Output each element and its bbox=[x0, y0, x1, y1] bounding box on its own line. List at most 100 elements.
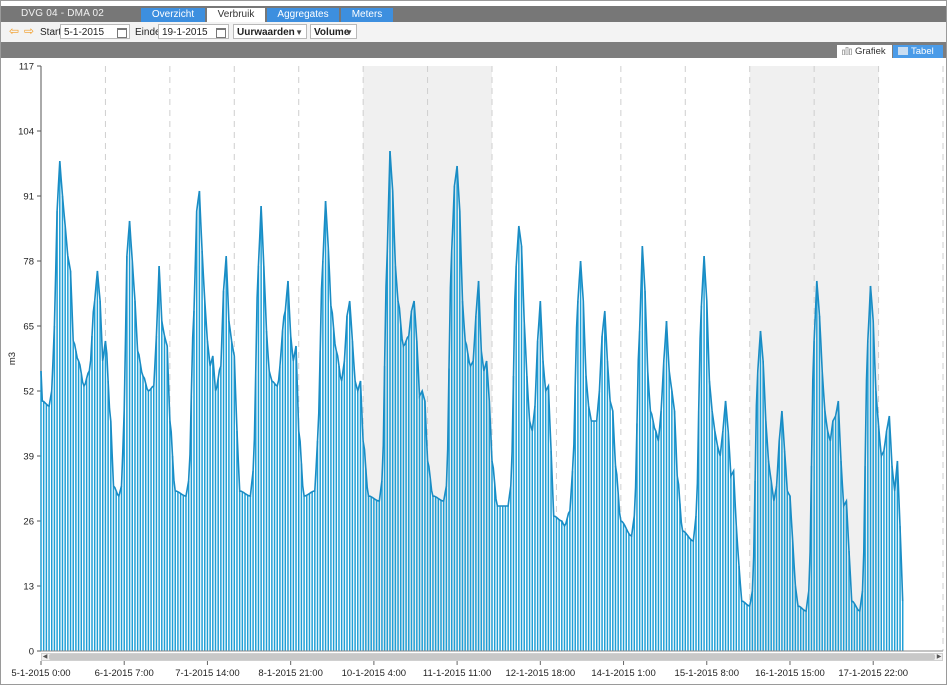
chart-bar bbox=[348, 301, 351, 651]
chart-bar bbox=[770, 481, 772, 651]
end-date-field[interactable]: 19-1-2015 bbox=[158, 24, 229, 39]
chart-bar bbox=[378, 501, 380, 651]
chart-bar bbox=[762, 361, 764, 651]
chart-bar bbox=[818, 316, 821, 651]
chart-bar bbox=[657, 441, 660, 651]
chart-bar bbox=[399, 323, 402, 651]
chart-bar bbox=[131, 261, 134, 651]
chart-bar bbox=[692, 541, 695, 651]
view-table-button[interactable]: Tabel bbox=[893, 45, 943, 58]
chart-bar bbox=[166, 346, 168, 651]
chart-bar bbox=[679, 503, 681, 651]
chart-bar bbox=[501, 506, 504, 651]
tab-overzicht[interactable]: Overzicht bbox=[141, 8, 205, 22]
chart-bar bbox=[585, 376, 587, 651]
chart-bar bbox=[155, 336, 158, 651]
chart-bar bbox=[536, 341, 539, 651]
chart-bar bbox=[493, 483, 496, 651]
measure-select[interactable]: Volume ▼ bbox=[310, 24, 357, 39]
chart-bar bbox=[528, 421, 531, 651]
chart-bar bbox=[295, 346, 297, 651]
chart-bar bbox=[316, 441, 319, 651]
scrollbar-thumb[interactable] bbox=[49, 654, 935, 660]
chart-bar bbox=[850, 601, 853, 651]
chart-bar bbox=[201, 251, 203, 651]
chart-bar bbox=[767, 461, 770, 651]
chart-bar bbox=[757, 371, 759, 651]
chart-bar bbox=[416, 341, 418, 651]
chart-bar bbox=[853, 603, 856, 651]
chart-bar bbox=[139, 363, 142, 651]
chart-bar bbox=[413, 301, 415, 651]
chart-bar bbox=[265, 331, 268, 651]
chart-bar bbox=[875, 391, 877, 651]
chart-bar bbox=[179, 493, 182, 651]
chart-bar bbox=[206, 341, 209, 651]
calendar-icon[interactable] bbox=[117, 28, 127, 38]
measure-select-value: Volume bbox=[314, 27, 350, 38]
chart-bar bbox=[209, 366, 211, 651]
chart-bar bbox=[450, 251, 453, 651]
chart-bar bbox=[96, 271, 99, 651]
chart-bar bbox=[174, 491, 176, 651]
start-date-field[interactable]: 5-1-2015 bbox=[60, 24, 130, 39]
chart-bar bbox=[182, 495, 185, 651]
chart-bar bbox=[821, 371, 823, 651]
chart-bar bbox=[330, 306, 332, 651]
chart-bar bbox=[69, 271, 72, 651]
chart-bar bbox=[569, 511, 571, 651]
chart-bar bbox=[883, 451, 885, 651]
chart-bar bbox=[587, 406, 590, 651]
chart-bar bbox=[459, 211, 461, 651]
chart-bar bbox=[604, 311, 606, 651]
chart-bar bbox=[365, 468, 367, 651]
x-tick-label: 14-1-2015 1:00 bbox=[591, 668, 655, 679]
x-tick-label: 8-1-2015 21:00 bbox=[258, 668, 322, 679]
chart-bar bbox=[507, 506, 509, 651]
chart-bar bbox=[708, 381, 711, 651]
chart-bar bbox=[362, 441, 364, 651]
chart-bar bbox=[112, 486, 115, 651]
chart-bar bbox=[204, 301, 206, 651]
scroll-right-icon[interactable]: ▶ bbox=[935, 653, 943, 661]
view-chart-button[interactable]: Grafiek bbox=[837, 45, 892, 58]
interval-select[interactable]: Uurwaarden ▼ bbox=[233, 24, 307, 39]
chart-bar bbox=[287, 281, 289, 651]
chart-bar bbox=[195, 211, 198, 651]
chart-bar bbox=[534, 406, 536, 651]
chart-bar bbox=[314, 491, 316, 651]
chart-bar bbox=[220, 366, 222, 651]
chart-bar bbox=[743, 602, 746, 651]
chart-bar bbox=[515, 266, 517, 651]
chart-bar bbox=[185, 496, 187, 651]
chart-bar bbox=[110, 421, 112, 651]
chart-bar bbox=[246, 495, 249, 651]
scroll-left-icon[interactable]: ◀ bbox=[41, 653, 49, 661]
tab-meters[interactable]: Meters bbox=[341, 8, 393, 22]
chart-bar bbox=[901, 601, 904, 651]
tab-verbruik[interactable]: Verbruik bbox=[207, 8, 265, 22]
arrow-right-icon[interactable]: ⇨ bbox=[23, 25, 35, 37]
chart-bar bbox=[322, 261, 324, 651]
calendar-icon[interactable] bbox=[216, 28, 226, 38]
chart-bar bbox=[813, 341, 815, 651]
y-tick-label: 39 bbox=[23, 452, 34, 463]
chart-bar bbox=[523, 321, 525, 651]
chart-bar bbox=[77, 361, 80, 651]
view-bar bbox=[1, 42, 946, 58]
tab-aggregates[interactable]: Aggregates bbox=[267, 8, 339, 22]
chart-bar bbox=[453, 186, 456, 651]
chart-bar bbox=[475, 316, 477, 651]
arrow-left-icon[interactable]: ⇦ bbox=[8, 25, 20, 37]
chart-bar bbox=[668, 371, 670, 651]
chart-bar bbox=[177, 491, 179, 651]
chart-bar bbox=[544, 391, 547, 651]
y-tick-label: 13 bbox=[23, 582, 34, 593]
chart-bar bbox=[748, 606, 751, 651]
chart-bar bbox=[633, 516, 636, 651]
chart-bar bbox=[405, 341, 407, 651]
chart-bar bbox=[48, 406, 50, 651]
chart-bar bbox=[102, 361, 104, 651]
chart-bar bbox=[577, 301, 579, 651]
chart-bar bbox=[531, 431, 534, 651]
